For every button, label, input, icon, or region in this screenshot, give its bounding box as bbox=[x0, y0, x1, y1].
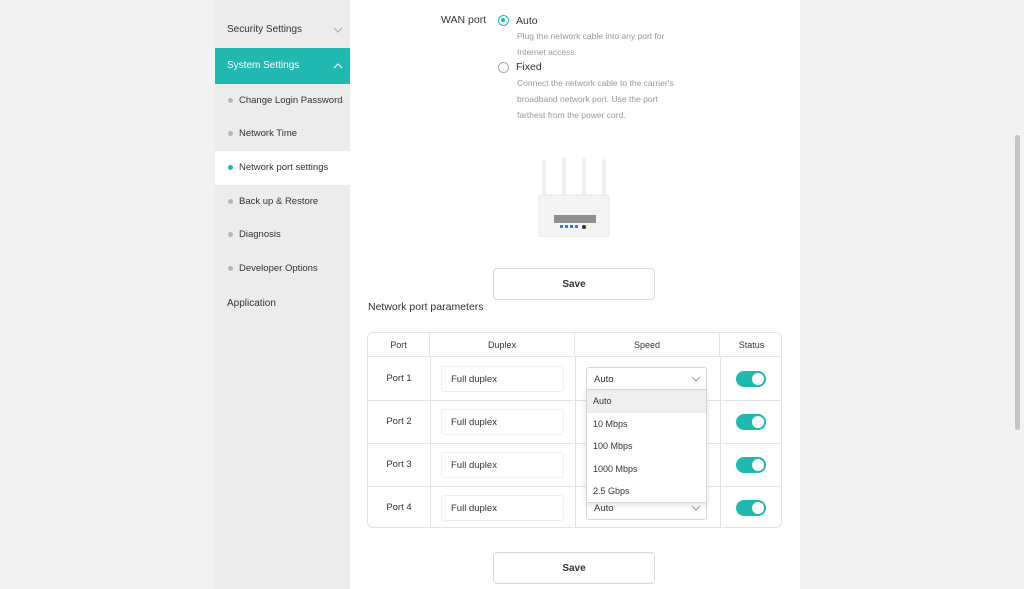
duplex-field[interactable]: Full duplex bbox=[441, 409, 564, 435]
chevron-down-icon bbox=[691, 503, 701, 514]
sidebar-item-back-up-restore[interactable]: Back up & Restore bbox=[215, 185, 350, 219]
status-toggle[interactable] bbox=[736, 371, 766, 387]
desc-line: Internet access bbox=[517, 47, 575, 57]
sidebar-item-developer-options[interactable]: Developer Options bbox=[215, 252, 350, 286]
bullet-icon bbox=[228, 98, 233, 103]
speed-option-10mbps[interactable]: 10 Mbps bbox=[587, 413, 706, 436]
wan-fixed-label: Fixed bbox=[516, 61, 542, 73]
sidebar-item-label: Change Login Password bbox=[239, 95, 343, 106]
duplex-field[interactable]: Full duplex bbox=[441, 452, 564, 478]
sidebar-item-label: Developer Options bbox=[239, 263, 318, 274]
status-toggle[interactable] bbox=[736, 500, 766, 516]
row-divider bbox=[368, 400, 781, 401]
sidebar-group-system-settings[interactable]: System Settings bbox=[215, 48, 350, 84]
desc-line: Plug the network cable into any port for bbox=[517, 31, 665, 41]
chevron-up-icon bbox=[332, 48, 344, 84]
duplex-field[interactable]: Full duplex bbox=[441, 366, 564, 392]
chevron-down-icon bbox=[691, 374, 701, 385]
speed-value: Auto bbox=[594, 373, 614, 385]
status-toggle[interactable] bbox=[736, 457, 766, 473]
duplex-field[interactable]: Full duplex bbox=[441, 495, 564, 521]
bullet-icon bbox=[228, 266, 233, 271]
chevron-down-icon bbox=[332, 12, 344, 48]
port-label: Port 2 bbox=[386, 416, 412, 427]
sidebar: Security Settings System Settings Change… bbox=[215, 0, 350, 589]
column-header-duplex: Duplex bbox=[430, 333, 575, 357]
wan-auto-description: Plug the network cable into any port for… bbox=[517, 28, 707, 60]
wan-auto-radio[interactable] bbox=[498, 15, 509, 26]
sidebar-item-label: Back up & Restore bbox=[239, 196, 319, 207]
speed-option-1000mbps[interactable]: 1000 Mbps bbox=[587, 458, 706, 481]
network-port-parameters-title: Network port parameters bbox=[368, 301, 484, 313]
sidebar-item-label: Network port settings bbox=[239, 162, 329, 173]
row-divider bbox=[368, 486, 781, 487]
bullet-icon bbox=[228, 131, 233, 136]
save-port-params-button[interactable]: Save bbox=[493, 552, 655, 584]
speed-option-2-5gbps[interactable]: 2.5 Gbps bbox=[587, 480, 706, 503]
column-header-status: Status bbox=[720, 333, 781, 357]
sidebar-item-network-port-settings[interactable]: Network port settings bbox=[215, 151, 350, 185]
sidebar-group-label: System Settings bbox=[227, 60, 300, 71]
speed-option-100mbps[interactable]: 100 Mbps bbox=[587, 435, 706, 458]
port-label: Port 1 bbox=[386, 373, 412, 384]
desc-line: Connect the network cable to the carrier… bbox=[517, 78, 674, 88]
column-header-speed: Speed bbox=[575, 333, 720, 357]
speed-select[interactable]: Auto bbox=[586, 367, 707, 391]
sidebar-item-network-time[interactable]: Network Time bbox=[215, 117, 350, 151]
wan-fixed-description: Connect the network cable to the carrier… bbox=[517, 75, 707, 123]
port-parameters-table: Port Duplex Speed Status Port 1 Full dup… bbox=[367, 332, 782, 528]
speed-option-auto[interactable]: Auto bbox=[587, 390, 706, 413]
speed-value: Auto bbox=[594, 502, 614, 514]
port-label: Port 3 bbox=[386, 459, 412, 470]
wan-fixed-radio[interactable] bbox=[498, 62, 509, 73]
speed-dropdown-menu: Auto 10 Mbps 100 Mbps 1000 Mbps 2.5 Gbps bbox=[586, 389, 707, 503]
desc-line: farthest from the power cord. bbox=[517, 110, 626, 120]
bullet-icon bbox=[228, 165, 233, 170]
sidebar-group-label: Application bbox=[227, 298, 276, 309]
scrollbar[interactable] bbox=[1015, 135, 1020, 430]
sidebar-group-label: Security Settings bbox=[227, 24, 303, 35]
bullet-icon bbox=[228, 232, 233, 237]
status-toggle[interactable] bbox=[736, 414, 766, 430]
sidebar-item-diagnosis[interactable]: Diagnosis bbox=[215, 218, 350, 252]
bullet-icon bbox=[228, 199, 233, 204]
wan-port-label: WAN port bbox=[441, 14, 487, 26]
sidebar-item-label: Diagnosis bbox=[239, 229, 281, 240]
column-header-port: Port bbox=[368, 333, 430, 357]
sidebar-item-label: Network Time bbox=[239, 128, 298, 139]
row-divider bbox=[368, 443, 781, 444]
router-illustration bbox=[538, 157, 610, 238]
port-label: Port 4 bbox=[386, 502, 412, 513]
sidebar-item-change-login-password[interactable]: Change Login Password bbox=[215, 84, 350, 118]
desc-line: broadband network port. Use the port bbox=[517, 94, 658, 104]
save-wan-button[interactable]: Save bbox=[493, 268, 655, 300]
wan-auto-label: Auto bbox=[516, 15, 538, 27]
main-content: WAN port Auto Plug the network cable int… bbox=[350, 0, 800, 589]
sidebar-group-application[interactable]: Application bbox=[215, 286, 350, 322]
sidebar-group-security-settings[interactable]: Security Settings bbox=[215, 12, 350, 48]
